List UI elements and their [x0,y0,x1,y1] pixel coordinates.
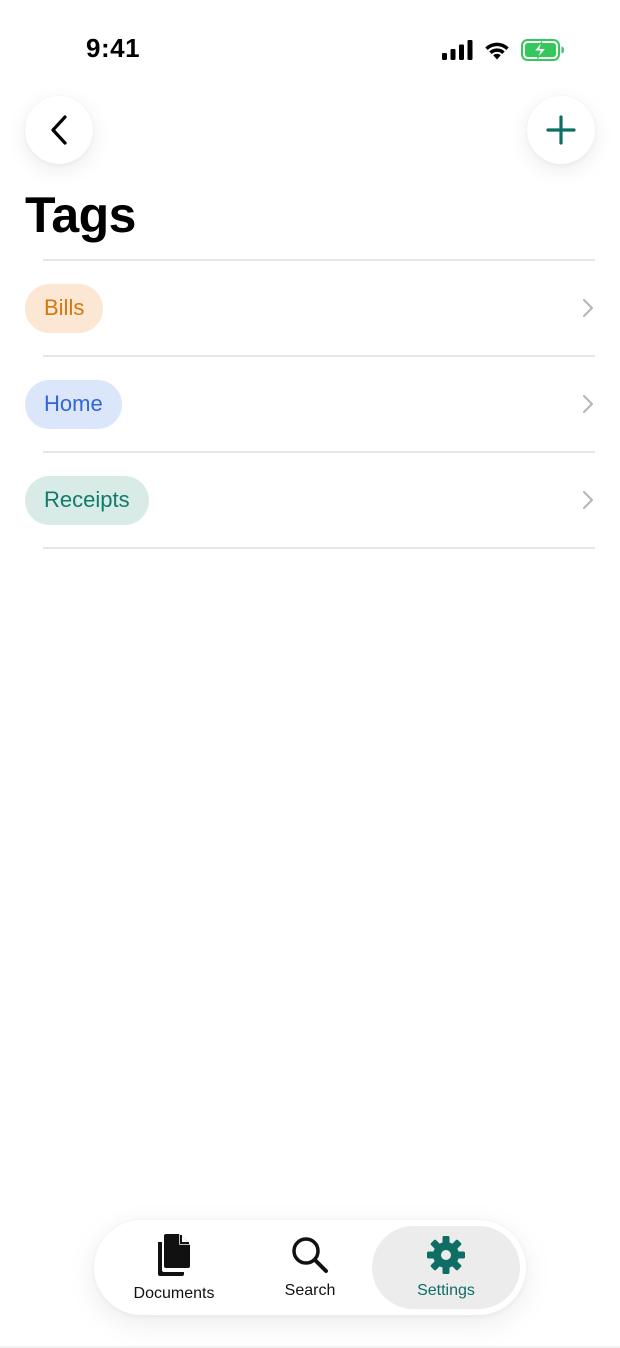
back-button[interactable] [25,96,93,164]
tag-label: Home [44,391,103,416]
tag-row-home[interactable]: Home [0,357,620,451]
tag-pill: Bills [25,283,104,333]
chevron-right-icon [583,395,593,413]
battery-charging-icon [521,39,564,61]
search-icon [292,1237,328,1273]
status-icons [442,38,565,62]
tab-bar: Documents Search Settings [94,1220,526,1315]
tag-pill: Receipts [25,475,149,525]
status-time: 9:41 [86,33,141,63]
page-title: Tags [25,187,137,243]
tab-search[interactable]: Search [251,1226,369,1309]
tag-pill: Home [25,379,122,429]
wifi-icon [485,42,509,60]
chevron-right-icon [583,491,593,509]
documents-icon [158,1234,190,1276]
tag-row-receipts[interactable]: Receipts [0,453,620,547]
tag-label: Receipts [44,487,130,512]
tag-label: Bills [44,295,85,320]
divider [43,547,595,549]
cellular-signal-icon [442,40,473,60]
tag-row-bills[interactable]: Bills [0,261,620,355]
chevron-right-icon [583,299,593,317]
chevron-left-icon [51,115,67,145]
plus-icon [546,115,576,145]
tab-label: Documents [133,1285,215,1302]
gear-icon [427,1236,465,1274]
status-bar: 9:41 [0,0,620,100]
tab-label: Settings [417,1282,475,1299]
tag-list: Bills Home Receipts [0,259,620,549]
tab-settings[interactable]: Settings [372,1226,520,1309]
add-tag-button[interactable] [527,96,595,164]
tab-documents[interactable]: Documents [116,1226,232,1309]
tab-label: Search [284,1282,336,1299]
